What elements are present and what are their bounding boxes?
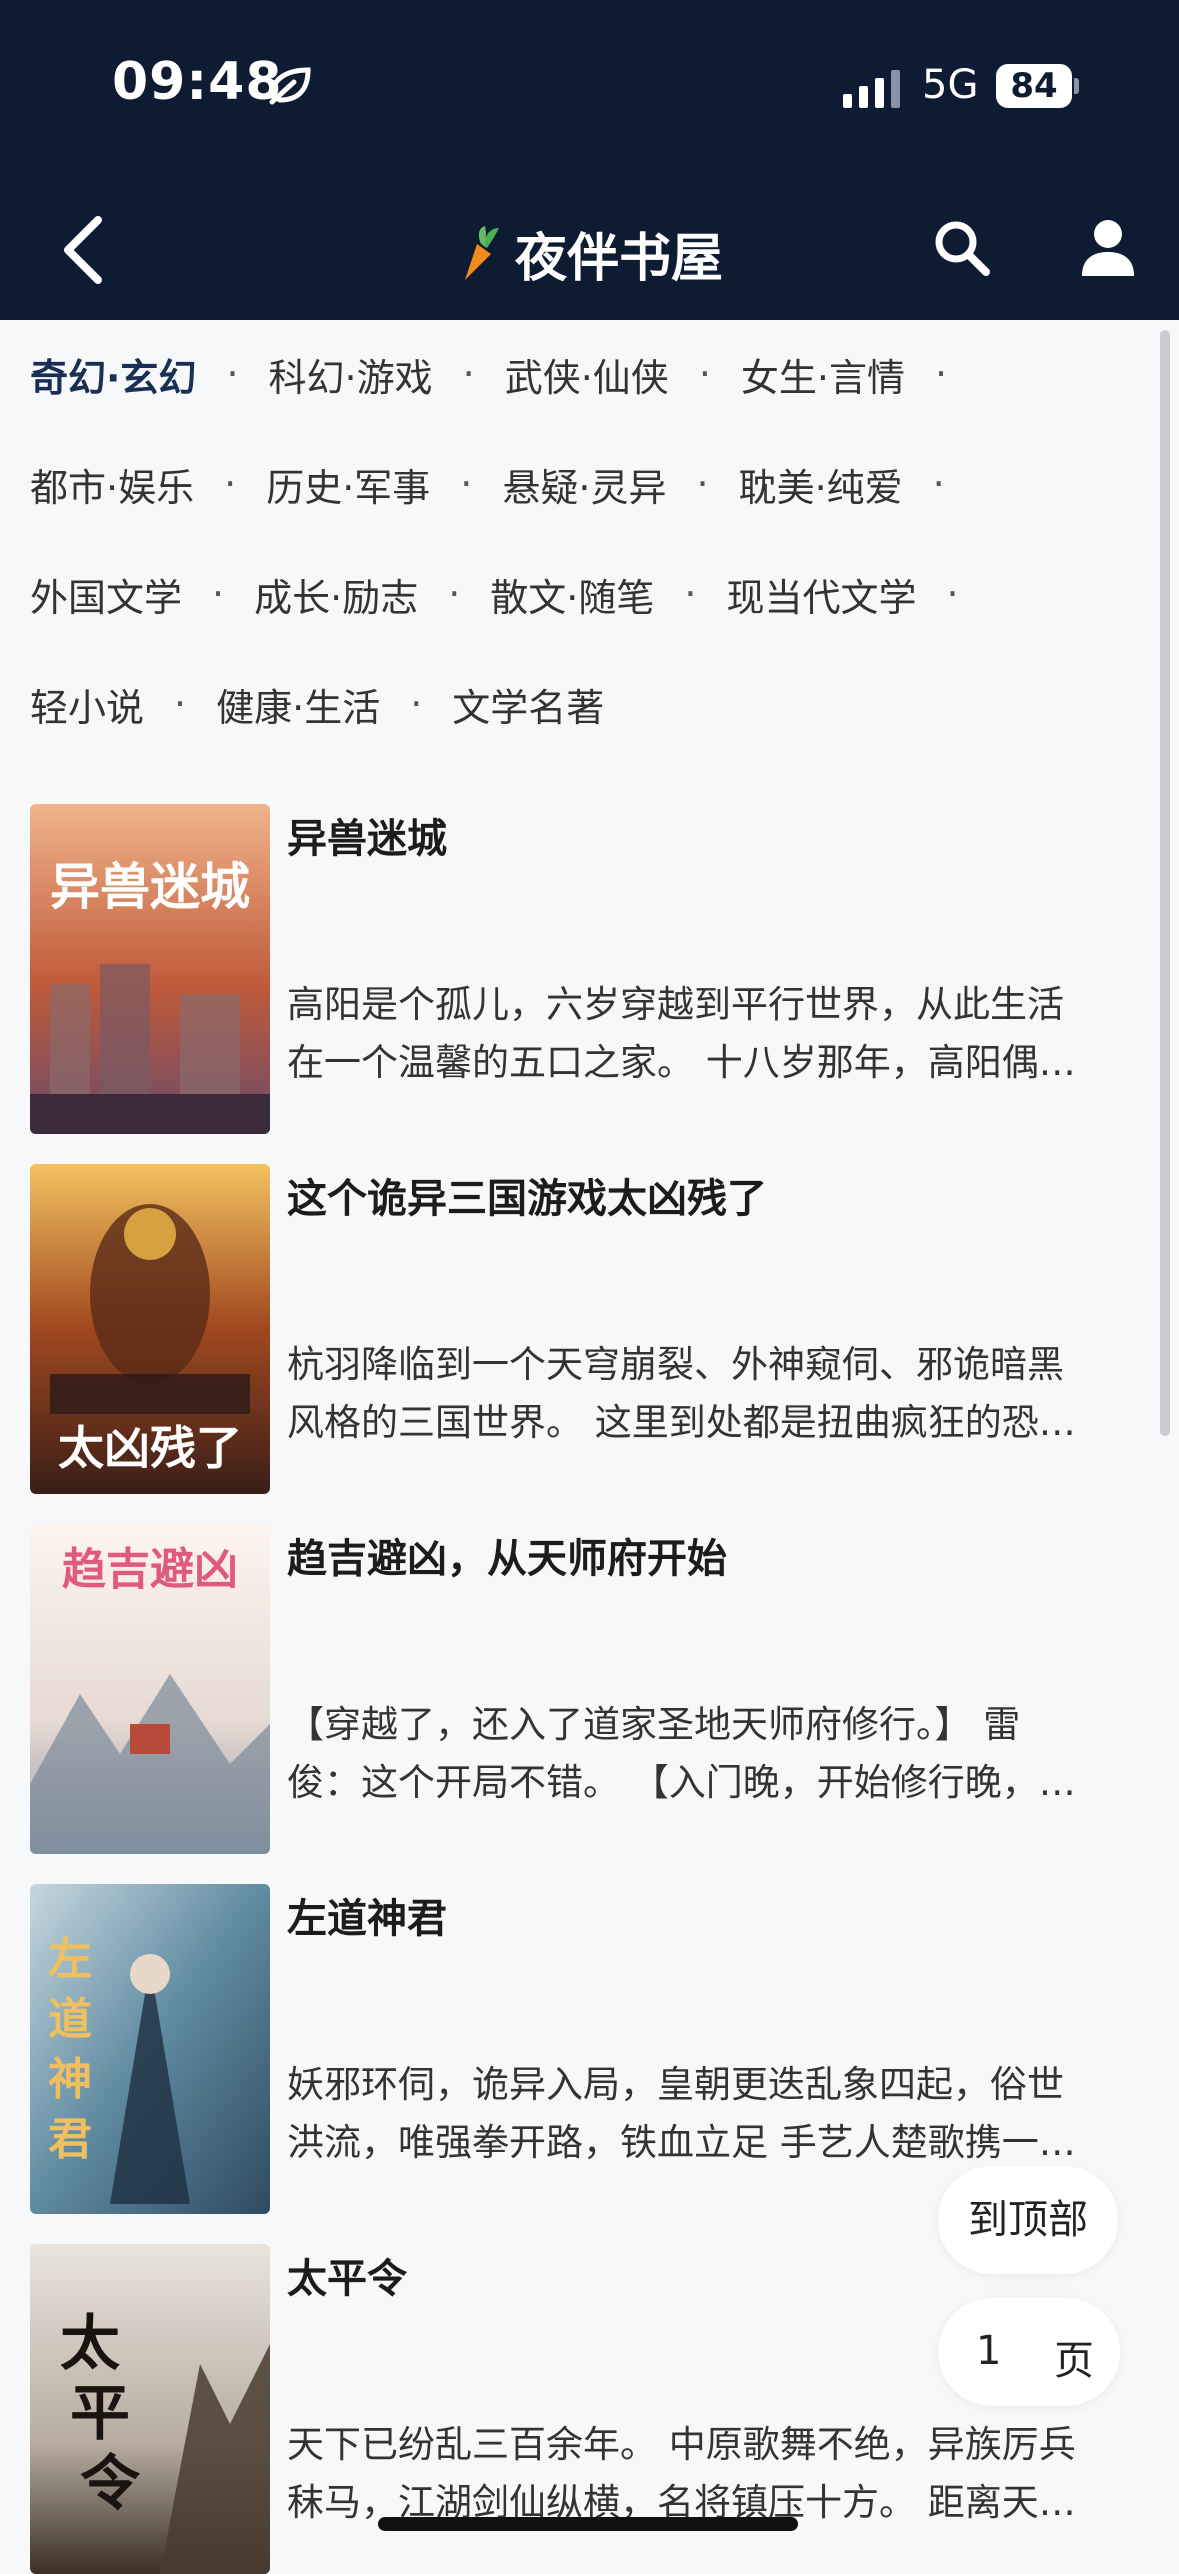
category-essay[interactable]: 散文·随笔 [490,567,654,622]
category-growth[interactable]: 成长·励志 [254,567,418,622]
user-icon[interactable] [1076,216,1140,280]
category-separator: · [212,572,225,616]
scrollbar[interactable] [1160,330,1170,1436]
book-description: 高阳是个孤儿，六岁穿越到平行世界，从此生活 在一个温馨的五口之家。 十八岁那年，… [287,976,1139,1092]
description-line: 在一个温馨的五口之家。 十八岁那年，高阳偶… [287,1041,1076,1084]
category-separator: · [696,462,709,506]
category-separator: · [460,462,473,506]
svg-text:异兽迷城: 异兽迷城 [50,858,250,916]
book-item[interactable]: 趋吉避凶 趋吉避凶，从天师府开始 【穿越了，还入了道家圣地天师府修行。】 雷 俊… [30,1524,1140,1854]
description-line: 洪流，唯强拳开路，铁血立足 手艺人楚歌携一… [287,2121,1076,2164]
cover-image: 太凶残了 [30,1164,270,1494]
category-light-novel[interactable]: 轻小说 [30,677,144,732]
status-time: 09:48 [112,52,283,112]
book-description: 【穿越了，还入了道家圣地天师府修行。】 雷 俊：这个开局不错。 【入门晚，开始修… [287,1696,1139,1812]
category-row: 轻小说 · 健康·生活 · 文学名著 [30,674,604,734]
book-title[interactable]: 异兽迷城 [287,806,447,864]
battery-indicator: 84 [996,64,1072,108]
book-title[interactable]: 趋吉避凶，从天师府开始 [287,1526,727,1584]
description-line: 【穿越了，还入了道家圣地天师府修行。】 雷 [287,1703,1021,1746]
book-cover[interactable]: 趋吉避凶 [30,1524,270,1854]
book-description: 妖邪环伺，诡异入局，皇朝更迭乱象四起，俗世 洪流，唯强拳开路，铁血立足 手艺人楚… [287,2056,1139,2172]
book-title[interactable]: 太平令 [287,2246,407,2304]
book-cover[interactable]: 异兽迷城 [30,804,270,1134]
back-icon[interactable] [56,212,116,288]
page-title: 夜伴书屋 [515,228,724,289]
svg-text:道: 道 [48,1994,92,2045]
category-row: 奇幻·玄幻 · 科幻·游戏 · 武侠·仙侠 · 女生·言情 · [30,344,977,404]
book-description: 杭羽降临到一个天穹崩裂、外神窥伺、邪诡暗黑 风格的三国世界。 这里到处都是扭曲疯… [287,1336,1139,1452]
page-number: 1 [976,2328,1002,2374]
book-item[interactable]: 左 道 神 君 左道神君 妖邪环伺，诡异入局，皇朝更迭乱象四起，俗世 洪流，唯强… [30,1884,1140,2214]
description-line: 妖邪环伺，诡异入局，皇朝更迭乱象四起，俗世 [287,2063,1064,2106]
category-health[interactable]: 健康·生活 [216,677,380,732]
cover-image: 趋吉避凶 [30,1524,270,1854]
book-cover[interactable]: 太 平 令 [30,2244,270,2574]
category-separator: · [448,572,461,616]
description-line: 高阳是个孤儿，六岁穿越到平行世界，从此生活 [287,983,1064,1026]
book-description: 天下已纷乱三百余年。 中原歌舞不绝，异族厉兵 秣马，江湖剑仙纵横，名将镇压十方。… [287,2416,1139,2532]
cover-image: 太 平 令 [30,2244,270,2574]
svg-text:太: 太 [60,2309,120,2379]
category-urban[interactable]: 都市·娱乐 [30,457,194,512]
book-item[interactable]: 太凶残了 这个诡异三国游戏太凶残了 杭羽降临到一个天穹崩裂、外神窥伺、邪诡暗黑 … [30,1164,1140,1494]
svg-text:君: 君 [48,2114,92,2165]
category-separator: · [698,352,711,396]
category-row: 都市·娱乐 · 历史·军事 · 悬疑·灵异 · 耽美·纯爱 · [30,454,975,514]
category-wuxia[interactable]: 武侠·仙侠 [505,347,669,402]
network-label: 5G [922,62,979,108]
carrot-logo-icon [465,226,499,280]
svg-text:神: 神 [48,2054,92,2105]
top-bar: 09:48 5G 84 夜伴书屋 [0,0,1179,320]
category-separator: · [935,352,948,396]
category-separator: · [226,352,239,396]
cover-image: 左 道 神 君 [30,1884,270,2214]
book-cover[interactable]: 太凶残了 [30,1164,270,1494]
svg-text:令: 令 [80,2449,141,2519]
book-title[interactable]: 这个诡异三国游戏太凶残了 [287,1166,767,1224]
scroll-to-top-button[interactable]: 到顶部 [938,2166,1118,2274]
home-indicator[interactable] [378,2517,798,2531]
brand: 夜伴书屋 [455,218,724,289]
category-separator: · [224,462,237,506]
category-foreign-lit[interactable]: 外国文学 [30,567,182,622]
category-fantasy[interactable]: 奇幻·玄幻 [30,347,196,402]
category-separator: · [932,462,945,506]
category-separator: · [946,572,959,616]
description-line: 天下已纷乱三百余年。 中原歌舞不绝，异族厉兵 [287,2423,1076,2466]
category-history[interactable]: 历史·军事 [266,457,430,512]
description-line: 杭羽降临到一个天穹崩裂、外神窥伺、邪诡暗黑 [287,1343,1064,1386]
category-separator: · [410,682,423,726]
svg-text:平: 平 [70,2379,130,2449]
category-classics[interactable]: 文学名著 [452,677,604,732]
book-title[interactable]: 左道神君 [287,1886,447,1944]
cover-image: 异兽迷城 [30,804,270,1134]
description-line: 风格的三国世界。 这里到处都是扭曲疯狂的恐… [287,1401,1076,1444]
category-separator: · [684,572,697,616]
category-romance[interactable]: 女生·言情 [741,347,905,402]
page-indicator[interactable]: 1 页 [938,2298,1120,2406]
category-separator: · [462,352,475,396]
category-row: 外国文学 · 成长·励志 · 散文·随笔 · 现当代文学 · [30,564,989,624]
svg-text:太凶残了: 太凶残了 [58,1421,242,1475]
page-unit: 页 [1054,2338,1094,2384]
signal-icon [843,70,900,108]
search-icon[interactable] [930,216,994,280]
battery-tip [1074,78,1079,94]
category-modern-lit[interactable]: 现当代文学 [726,567,916,622]
description-line: 俊：这个开局不错。 【入门晚，开始修行晚，… [287,1761,1076,1804]
book-item[interactable]: 异兽迷城 异兽迷城 高阳是个孤儿，六岁穿越到平行世界，从此生活 在一个温馨的五口… [30,804,1140,1134]
svg-text:左: 左 [48,1934,92,1985]
category-scifi-game[interactable]: 科幻·游戏 [269,347,433,402]
svg-text:趋吉避凶: 趋吉避凶 [62,1544,238,1595]
category-separator: · [174,682,187,726]
category-mystery[interactable]: 悬疑·灵异 [502,457,666,512]
focus-leaf-icon [269,67,311,105]
book-cover[interactable]: 左 道 神 君 [30,1884,270,2214]
category-bl[interactable]: 耽美·纯爱 [739,457,903,512]
